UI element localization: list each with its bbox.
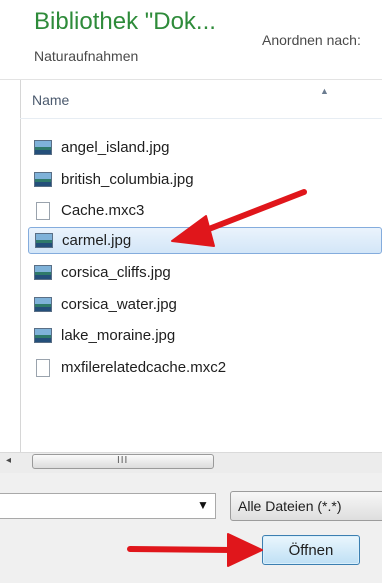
annotation-arrow-file [171,189,307,247]
annotation-arrow-open [127,533,263,567]
annotation-arrows [127,189,307,567]
